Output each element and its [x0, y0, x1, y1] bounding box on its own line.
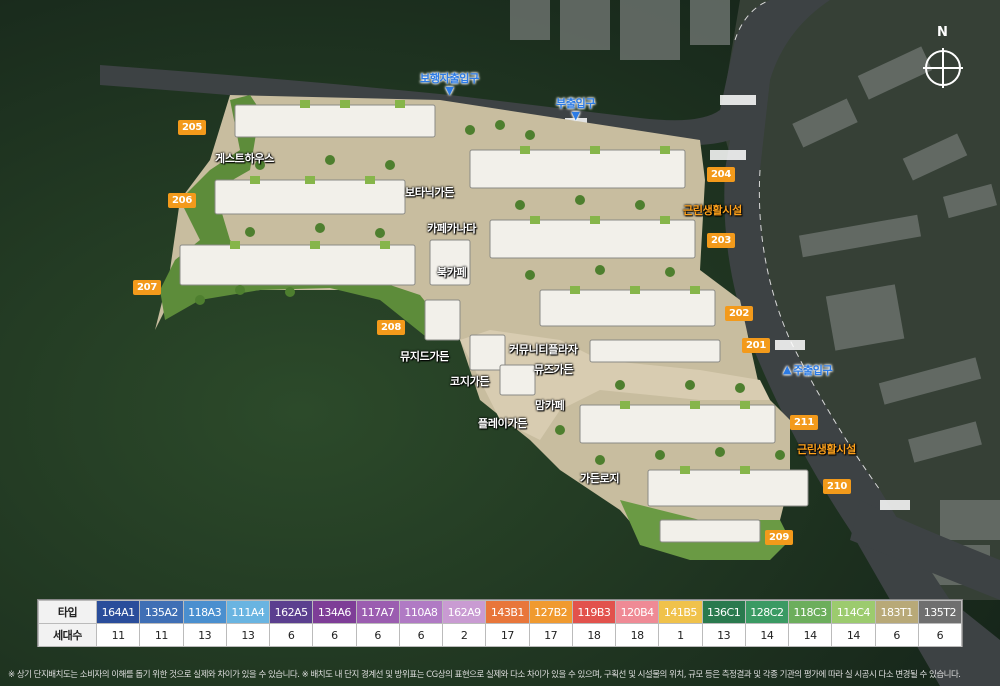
- main-entrance-label: 주출입구: [793, 364, 833, 377]
- building-badge-208[interactable]: 208: [377, 320, 405, 335]
- building-badge-203[interactable]: 203: [707, 233, 735, 248]
- legend-count-cell: 13: [182, 623, 227, 647]
- unit-type-table: 타입 164A1 135A2 118A3 111A4 162A5 134A6 117A7 11…: [38, 600, 963, 647]
- legend-type-cell: 162A5: [268, 600, 314, 624]
- legend-count-cell: 17: [528, 623, 573, 647]
- place-mom-cafe: 맘카페: [535, 399, 565, 412]
- legend-type-cell: 117A7: [355, 600, 400, 624]
- entrance-triangle-icon: ▲: [783, 363, 792, 376]
- legend-type-cell: 118C3: [787, 600, 833, 624]
- compass: N: [918, 25, 968, 95]
- place-play-garden: 플레이가든: [478, 417, 528, 430]
- place-guesthouse: 게스트하우스: [215, 152, 274, 165]
- building-badge-210[interactable]: 210: [823, 479, 851, 494]
- building-badge-201[interactable]: 201: [742, 338, 770, 353]
- place-cafe-canada: 카페카나다: [427, 222, 477, 235]
- legend-count-cell: 6: [398, 623, 444, 647]
- place-kids-garden: 코지가든: [450, 375, 490, 388]
- compass-north-letter: N: [937, 25, 948, 40]
- legend-type-header: 타입: [38, 600, 97, 624]
- building-badge-204[interactable]: 204: [707, 167, 735, 182]
- legend-type-cell: 162A9: [441, 600, 487, 624]
- legend-type-cell: 183T1: [874, 600, 919, 624]
- legend-count-cell: 2: [441, 623, 487, 647]
- legend-type-cell: 135A2: [139, 600, 184, 624]
- legend-count-cell: 18: [571, 623, 617, 647]
- legend-count-cell: 11: [95, 623, 141, 647]
- pedestrian-entrance-marker: 보행자출입구 ▼: [420, 70, 479, 96]
- place-muse-garden: 뮤즈가든: [534, 363, 574, 376]
- site-plan-graphic: [0, 0, 1000, 686]
- legend-count-cell: 6: [874, 623, 919, 647]
- legend-type-cell: 111A4: [225, 600, 271, 624]
- site-map: N 보행자출입구 ▼ 부출입구 ▼ ▲ 주출입구 205 206 207 208…: [0, 0, 1000, 686]
- place-music-garden: 뮤지드가든: [400, 350, 450, 363]
- legend-type-cell: 164A1: [95, 600, 141, 624]
- entrance-triangle-icon: ▼: [445, 84, 454, 97]
- legend-type-row: 타입 164A1 135A2 118A3 111A4 162A5 134A6 117A7 11…: [38, 600, 963, 624]
- building-badge-207[interactable]: 207: [133, 280, 161, 295]
- place-botanic-garden: 보타닉가든: [405, 186, 455, 199]
- legend-type-cell: 119B3: [571, 600, 617, 624]
- legend-count-cell: 6: [268, 623, 314, 647]
- entrance-triangle-icon: ▼: [571, 109, 580, 122]
- legend-count-cell: 13: [225, 623, 271, 647]
- place-amenity-1: 근린생활시설: [683, 204, 742, 217]
- legend-type-cell: 134A6: [312, 600, 357, 624]
- place-community-plaza: 커뮤니티플라자: [509, 343, 578, 356]
- legend-count-header: 세대수: [38, 623, 97, 647]
- legend-count-cell: 6: [355, 623, 400, 647]
- building-badge-206[interactable]: 206: [168, 193, 196, 208]
- legend-count-cell: 18: [614, 623, 660, 647]
- legend-count-cell: 1: [658, 623, 703, 647]
- legend-type-cell: 135T2: [917, 600, 963, 624]
- legend-type-cell: 136C1: [701, 600, 746, 624]
- legend-count-cell: 14: [744, 623, 790, 647]
- legend-type-cell: 110A8: [398, 600, 444, 624]
- legend-count-cell: 6: [312, 623, 357, 647]
- legend-type-cell: 141B5: [658, 600, 703, 624]
- place-book-cafe: 북카페: [437, 266, 467, 279]
- legend-count-cell: 11: [139, 623, 184, 647]
- legend-count-cell: 14: [787, 623, 833, 647]
- building-badge-211[interactable]: 211: [790, 415, 818, 430]
- place-garden-road: 가든로지: [580, 472, 620, 485]
- place-amenity-2: 근린생활시설: [797, 443, 856, 456]
- legend-type-cell: 114C4: [831, 600, 876, 624]
- legend-type-cell: 118A3: [182, 600, 227, 624]
- building-badge-209[interactable]: 209: [765, 530, 793, 545]
- legend-count-row: 세대수 11 11 13 13 6 6 6 6 2 17 17 18 18 1 13 14 14 14 6 6: [38, 623, 963, 647]
- legend-type-cell: 143B1: [485, 600, 530, 624]
- legend-count-cell: 17: [485, 623, 530, 647]
- legend-type-cell: 127B2: [528, 600, 573, 624]
- building-badge-202[interactable]: 202: [725, 306, 753, 321]
- legend-count-cell: 14: [831, 623, 876, 647]
- sub-entrance-marker: 부출입구 ▼: [556, 95, 596, 122]
- legend-type-cell: 128C2: [744, 600, 790, 624]
- unit-type-legend: 타입 164A1 135A2 118A3 111A4 162A5 134A6 117A7 11…: [37, 599, 963, 647]
- legend-count-cell: 6: [917, 623, 963, 647]
- legend-type-cell: 120B4: [614, 600, 660, 624]
- disclaimer-note: ※ 상기 단지배치도는 소비자의 이해를 돕기 위한 것으로 실제와 차이가 있…: [8, 670, 961, 680]
- main-entrance-marker: ▲ 주출입구: [783, 362, 833, 378]
- building-badge-205[interactable]: 205: [178, 120, 206, 135]
- legend-count-cell: 13: [701, 623, 746, 647]
